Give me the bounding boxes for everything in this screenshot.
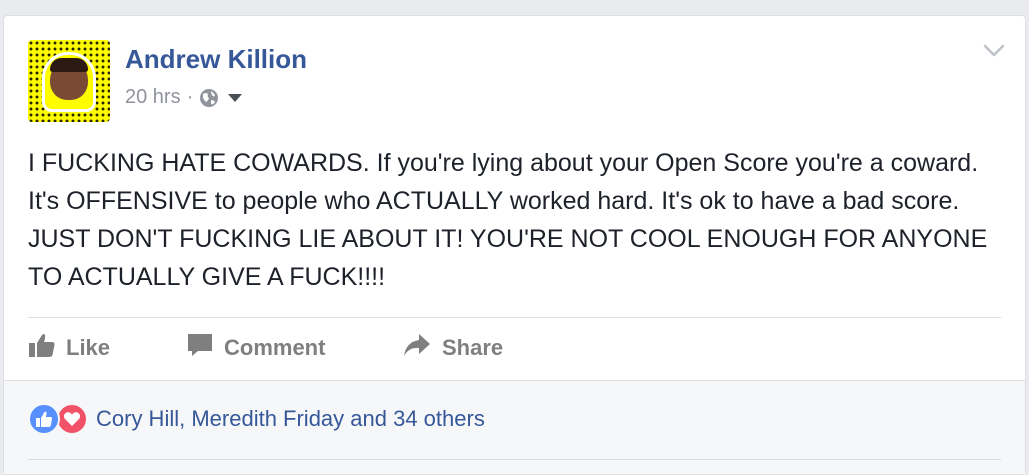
- comment-button[interactable]: Comment: [186, 332, 402, 364]
- post-actions-bar: Like Comment Share: [28, 328, 542, 368]
- globe-icon[interactable]: [199, 88, 219, 108]
- post-meta: 20 hrs ·: [125, 86, 243, 109]
- audience-dropdown-icon[interactable]: [227, 93, 243, 103]
- actions-divider: [28, 317, 1001, 318]
- share-arrow-icon: [402, 332, 432, 364]
- post-card: Andrew Killion 20 hrs · I FUCKING HATE C…: [3, 15, 1026, 475]
- like-reaction-icon[interactable]: [28, 403, 60, 435]
- post-timestamp[interactable]: 20 hrs: [125, 86, 181, 109]
- comments-divider: [28, 459, 1001, 460]
- comment-label: Comment: [224, 335, 326, 360]
- speech-bubble-icon: [186, 332, 214, 364]
- like-button[interactable]: Like: [28, 332, 186, 364]
- thumbs-up-icon: [28, 332, 56, 364]
- reactions-text[interactable]: Cory Hill, Meredith Friday and 34 others: [96, 406, 485, 432]
- post-body-text: I FUCKING HATE COWARDS. If you're lying …: [28, 149, 988, 291]
- profile-photo-hair: [50, 58, 88, 72]
- post-options-chevron-icon[interactable]: [983, 44, 1005, 63]
- reactions-summary[interactable]: Cory Hill, Meredith Friday and 34 others: [28, 403, 485, 435]
- author-name[interactable]: Andrew Killion: [125, 44, 307, 75]
- share-button[interactable]: Share: [402, 332, 542, 364]
- author-avatar[interactable]: [28, 40, 110, 122]
- love-reaction-icon[interactable]: [56, 403, 88, 435]
- like-label: Like: [66, 335, 111, 360]
- meta-separator: ·: [186, 86, 194, 108]
- share-label: Share: [442, 335, 504, 360]
- reactions-section: Cory Hill, Meredith Friday and 34 others: [4, 380, 1025, 474]
